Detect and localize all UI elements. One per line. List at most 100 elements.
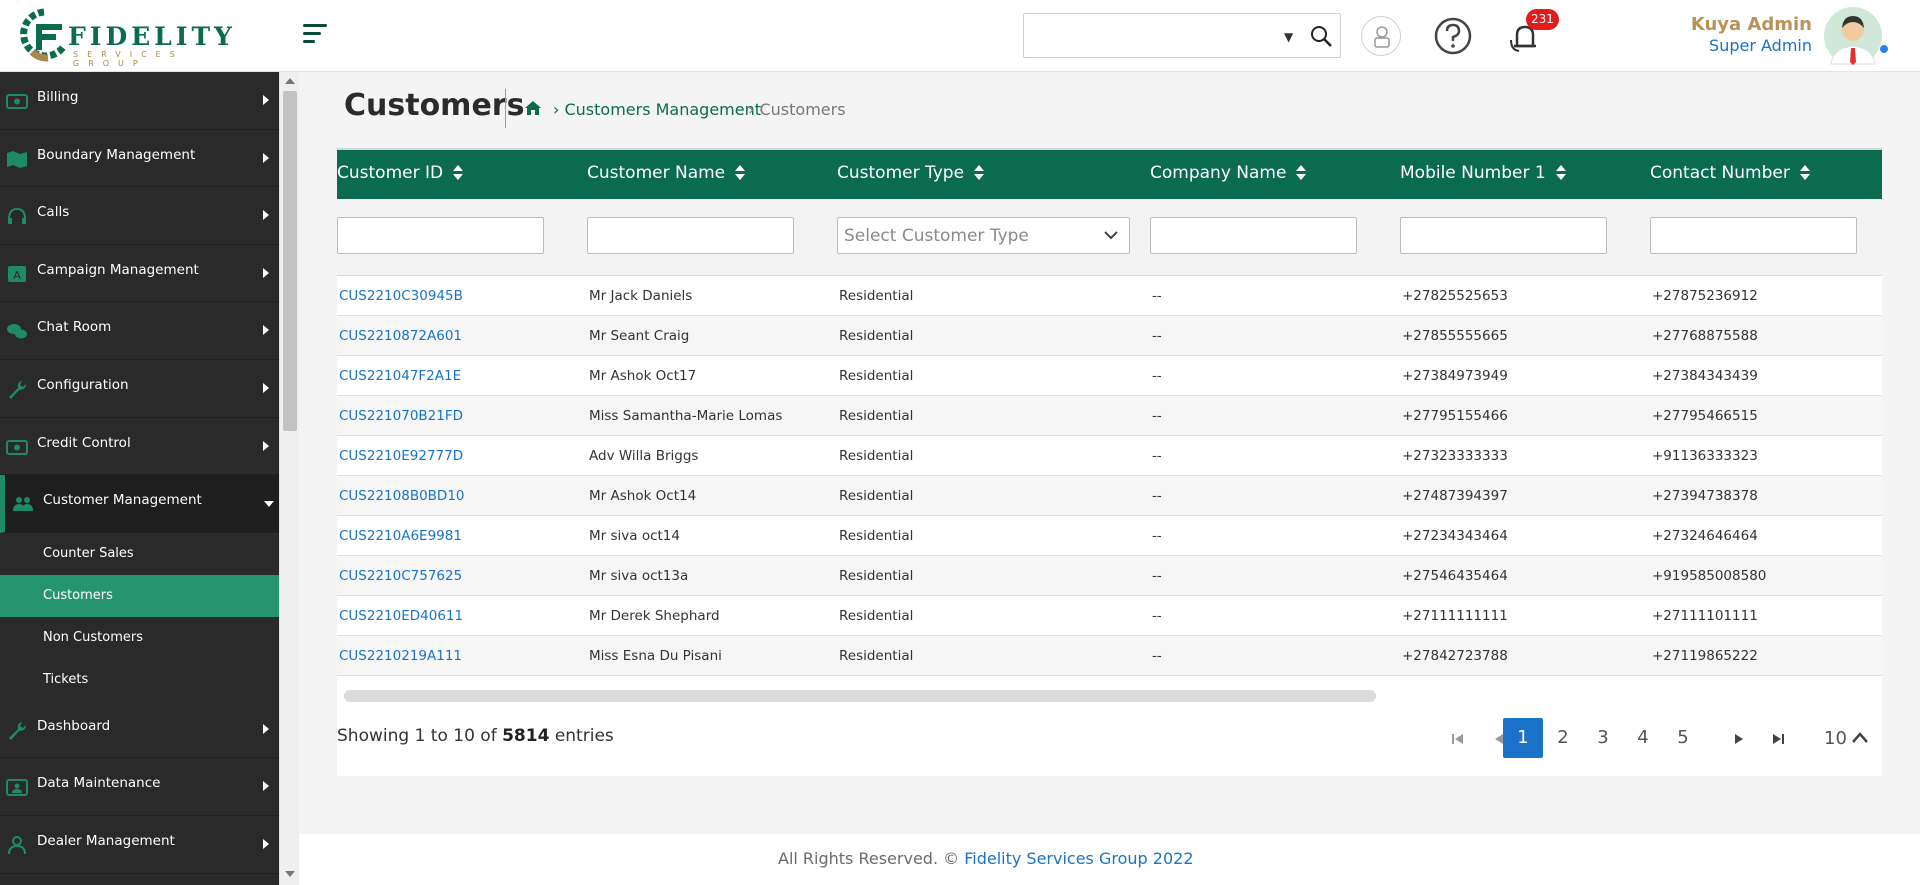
table-cell-customer-type: Residential	[839, 368, 914, 384]
search-dropdown-caret-icon[interactable]: ▼	[1284, 30, 1293, 44]
sidebar-scrollbar[interactable]	[279, 72, 299, 885]
table-horizontal-scrollbar[interactable]	[344, 690, 1376, 702]
page-button-5[interactable]: 5	[1663, 718, 1703, 758]
table-row[interactable]: CUS2210219A111 Miss Esna Du Pisani Residen…	[337, 636, 1882, 676]
chevron-up-icon[interactable]	[1851, 730, 1869, 746]
filter-customer-type-select[interactable]: Select Customer Type	[837, 217, 1130, 254]
scroll-up-icon[interactable]	[285, 78, 295, 84]
page-button-2[interactable]: 2	[1543, 718, 1583, 758]
page-button-4[interactable]: 4	[1623, 718, 1663, 758]
sort-icon[interactable]	[1799, 165, 1810, 181]
home-icon[interactable]	[524, 100, 542, 116]
table-row[interactable]: CUS2210E92777D Adv Willa Briggs Residentia…	[337, 436, 1882, 476]
table-row[interactable]: CUS221070B21FD Miss Samantha-Marie Lomas R…	[337, 396, 1882, 436]
customer-id-link[interactable]: CUS221047F2A1E	[339, 368, 461, 384]
page-button-1[interactable]: 1	[1503, 718, 1543, 758]
user-name[interactable]: Kuya Admin	[1691, 14, 1812, 35]
customer-id-link[interactable]: CUS2210A6E9981	[339, 528, 462, 544]
table-cell-mobile-number-1: +27855555665	[1402, 328, 1508, 344]
sort-icon[interactable]	[735, 165, 746, 181]
column-header-customer-type[interactable]: Customer Type	[837, 163, 985, 183]
sidebar-subitem-tickets[interactable]: Tickets	[0, 659, 279, 701]
column-header-company-name[interactable]: Company Name	[1150, 163, 1307, 183]
table-cell-contact-number: +27394738378	[1652, 488, 1758, 504]
column-header-contact-number[interactable]: Contact Number	[1650, 163, 1810, 183]
sort-icon[interactable]	[1296, 165, 1307, 181]
scroll-down-icon[interactable]	[285, 871, 295, 877]
sidebar-subitem-customers[interactable]: Customers	[0, 574, 279, 617]
top-bar: FIDELITY SERVICES GROUP ▼ 231 Kuya Admin…	[0, 0, 1920, 72]
sidebar-item-customer-management[interactable]: Customer Management	[0, 475, 279, 533]
caret-right-icon	[263, 325, 269, 336]
sidebar-item-label: Configuration	[37, 376, 129, 393]
help-icon[interactable]	[1433, 16, 1473, 56]
table-row[interactable]: CUS22108B0BD10 Mr Ashok Oct14 Residential -…	[337, 476, 1882, 516]
table-row[interactable]: CUS221047F2A1E Mr Ashok Oct17 Residential -…	[337, 356, 1882, 396]
table-row[interactable]: CUS2210A6E9981 Mr siva oct14 Residential --…	[337, 516, 1882, 556]
fidelity-logo[interactable]: FIDELITY SERVICES GROUP	[18, 6, 258, 68]
filter-customer-name[interactable]	[587, 217, 794, 254]
sidebar-item-campaign-management[interactable]: A Campaign Management	[0, 245, 279, 303]
sidebar-item-data-maintenance[interactable]: Data Maintenance	[0, 758, 279, 816]
sidebar-item-chat-room[interactable]: Chat Room	[0, 302, 279, 360]
filter-customer-type-placeholder: Select Customer Type	[844, 226, 1029, 246]
sidebar-subitem-non-customers[interactable]: Non Customers	[0, 617, 279, 659]
menu-icon[interactable]	[303, 24, 327, 44]
search-icon[interactable]	[1309, 24, 1333, 48]
filter-customer-id[interactable]	[337, 217, 544, 254]
column-header-customer-id[interactable]: Customer ID	[337, 163, 464, 183]
customer-id-link[interactable]: CUS22108B0BD10	[339, 488, 465, 504]
page-size-select[interactable]: 10	[1824, 728, 1847, 749]
customer-id-link[interactable]: CUS2210C30945B	[339, 288, 463, 304]
table-row[interactable]: CUS2210C30945B Mr Jack Daniels Residential…	[337, 276, 1882, 316]
caret-right-icon	[263, 210, 269, 221]
table-row[interactable]: CUS2210C757625 Mr siva oct13a Residential -…	[337, 556, 1882, 596]
filter-contact-number[interactable]	[1650, 217, 1857, 254]
breadcrumb-customers-management[interactable]: › Customers Management	[553, 100, 761, 119]
column-header-customer-name[interactable]: Customer Name	[587, 163, 746, 183]
first-page-icon[interactable]	[1451, 732, 1465, 746]
table-cell-customer-name: Mr Derek Shephard	[589, 608, 720, 624]
sort-icon[interactable]	[1555, 165, 1566, 181]
column-header-mobile-number-1[interactable]: Mobile Number 1	[1400, 163, 1566, 183]
customer-id-link[interactable]: CUS2210ED40611	[339, 608, 463, 624]
sidebar-item-dealer-management[interactable]: Dealer Management	[0, 816, 279, 874]
table-cell-contact-number: +27875236912	[1652, 288, 1758, 304]
customer-id-link[interactable]: CUS2210E92777D	[339, 448, 463, 464]
money-icon	[6, 94, 28, 109]
sidebar-item-billing[interactable]: Billing	[0, 72, 279, 130]
footer-company-link[interactable]: Fidelity Services Group 2022	[964, 849, 1193, 868]
customer-id-link[interactable]: CUS2210219A111	[339, 648, 462, 664]
table-row[interactable]: CUS2210872A601 Mr Seant Craig Residential -…	[337, 316, 1882, 356]
next-page-icon[interactable]	[1732, 732, 1746, 746]
user-lock-button[interactable]	[1361, 16, 1401, 56]
sidebar-subitem-counter-sales[interactable]: Counter Sales	[0, 533, 279, 575]
users-icon	[13, 497, 33, 512]
customer-id-link[interactable]: CUS2210C757625	[339, 568, 462, 584]
global-search[interactable]: ▼	[1023, 13, 1341, 58]
chevron-down-icon	[1104, 231, 1118, 240]
sidebar-item-boundary-management[interactable]: Boundary Management	[0, 130, 279, 188]
filter-company-name[interactable]	[1150, 217, 1357, 254]
customer-id-link[interactable]: CUS2210872A601	[339, 328, 462, 344]
scroll-thumb[interactable]	[283, 91, 297, 431]
sidebar-item-credit-control[interactable]: Credit Control	[0, 418, 279, 476]
table-cell-customer-name: Mr siva oct14	[589, 528, 680, 544]
page-button-3[interactable]: 3	[1583, 718, 1623, 758]
sidebar-subitem-label: Counter Sales	[43, 545, 134, 561]
column-header-label: Mobile Number 1	[1400, 163, 1546, 183]
online-status-dot	[1879, 44, 1889, 54]
sort-icon[interactable]	[974, 165, 985, 181]
table-row[interactable]: CUS2210ED40611 Mr Derek Shephard Residenti…	[337, 596, 1882, 636]
last-page-icon[interactable]	[1771, 732, 1785, 746]
sidebar-item-calls[interactable]: Calls	[0, 187, 279, 245]
customer-id-link[interactable]: CUS221070B21FD	[339, 408, 463, 424]
filter-mobile-number[interactable]	[1400, 217, 1607, 254]
filter-row: Select Customer Type	[337, 199, 1882, 276]
sidebar-item-configuration[interactable]: Configuration	[0, 360, 279, 418]
sort-icon[interactable]	[453, 165, 464, 181]
sidebar-item-dashboard[interactable]: Dashboard	[0, 701, 279, 759]
table-cell-customer-type: Residential	[839, 488, 914, 504]
avatar[interactable]	[1823, 4, 1883, 68]
notification-badge[interactable]: 231	[1526, 9, 1559, 30]
